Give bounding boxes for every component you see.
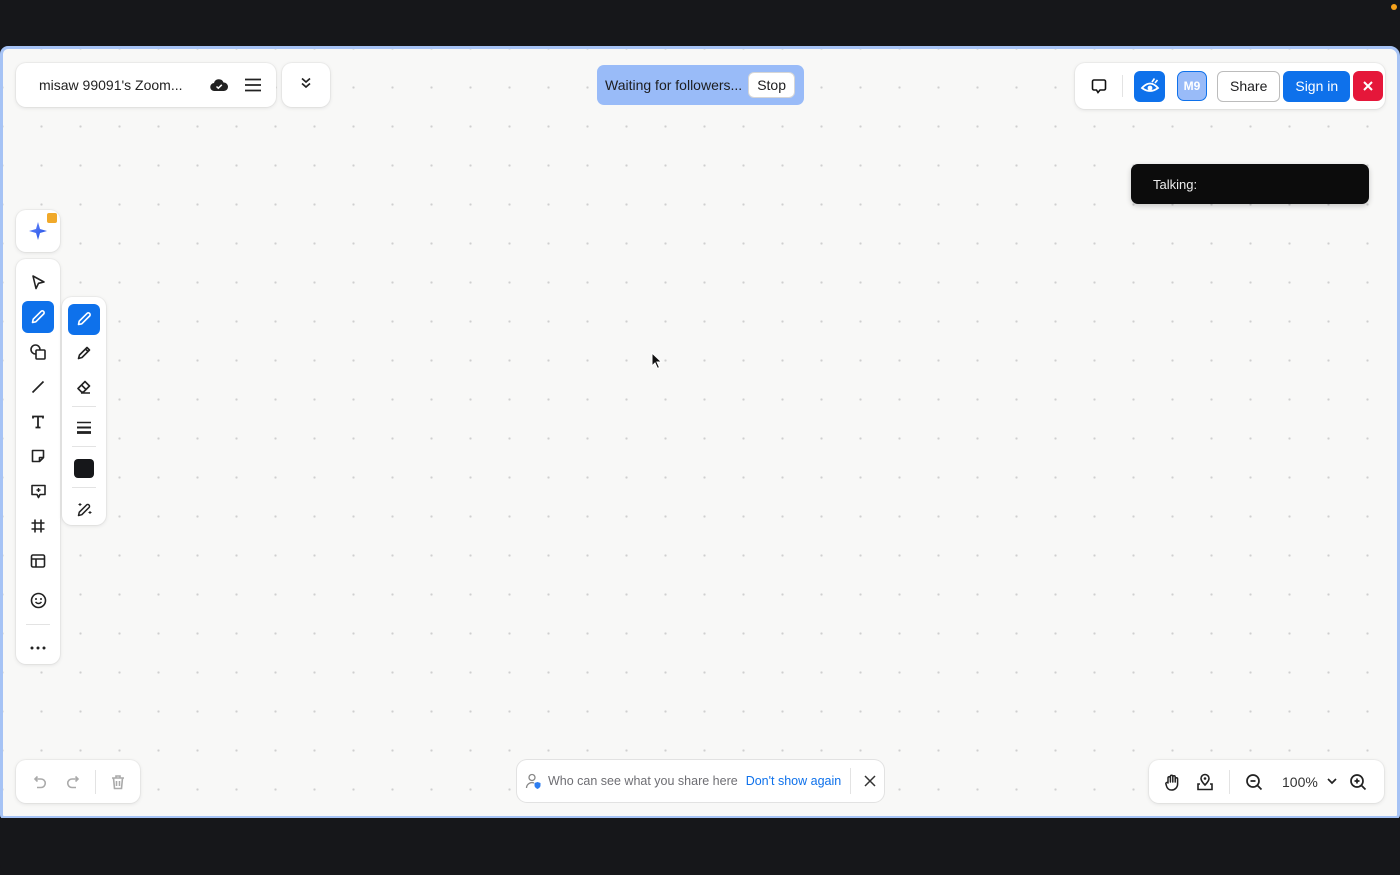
hamburger-menu-icon[interactable]	[241, 73, 265, 97]
double-chevron-down-icon	[300, 76, 312, 94]
whiteboard-canvas[interactable]: misaw 99091's Zoom... Waiting for follow…	[0, 46, 1400, 819]
pen-option-color[interactable]	[68, 453, 100, 484]
divider	[1229, 769, 1230, 794]
more-icon	[30, 646, 46, 650]
frame-icon	[31, 519, 45, 533]
chat-bubble-icon[interactable]	[1087, 74, 1111, 98]
stop-button[interactable]: Stop	[748, 72, 796, 98]
top-right-toolbar: M9 Share Sign in	[1075, 63, 1385, 109]
divider	[26, 624, 50, 626]
line-icon	[31, 380, 45, 393]
chevron-down-icon	[1327, 778, 1337, 785]
close-icon	[864, 775, 876, 787]
pointer-icon	[32, 275, 45, 290]
color-swatch	[74, 459, 94, 479]
pan-button[interactable]	[1158, 768, 1186, 796]
dismiss-notice-button[interactable]	[861, 772, 879, 790]
collapse-button[interactable]	[282, 63, 330, 107]
lock-icon	[47, 213, 57, 223]
divider	[1122, 75, 1123, 97]
share-button[interactable]: Share	[1217, 70, 1281, 102]
tool-shapes[interactable]	[22, 336, 54, 368]
tool-template[interactable]	[22, 545, 54, 577]
template-icon	[30, 554, 46, 569]
tool-select[interactable]	[22, 266, 54, 298]
pen-option-magic-pen[interactable]	[68, 494, 100, 525]
zoom-out-icon	[1246, 773, 1263, 790]
board-title[interactable]: misaw 99091's Zoom...	[39, 77, 197, 93]
sticky-note-icon	[31, 450, 45, 463]
board-title-panel: misaw 99091's Zoom...	[16, 63, 276, 107]
tool-pen[interactable]	[22, 300, 54, 333]
eye-follow-icon	[1140, 78, 1159, 92]
notice-text: Who can see what you share here	[548, 774, 738, 788]
zoom-in-icon	[1350, 773, 1367, 790]
emoji-icon	[30, 592, 46, 608]
divider	[72, 405, 96, 407]
divider	[72, 446, 96, 448]
cloud-check-icon[interactable]	[207, 73, 231, 97]
pen-option-eraser[interactable]	[68, 372, 100, 403]
dont-show-again-link[interactable]: Don't show again	[746, 774, 842, 788]
tool-line[interactable]	[22, 371, 54, 403]
tool-comment[interactable]	[22, 475, 54, 507]
tool-sticky-note[interactable]	[22, 441, 54, 473]
divider	[850, 768, 852, 794]
redo-icon	[66, 775, 80, 788]
pen-options-panel	[62, 297, 106, 525]
window-top-bar	[0, 0, 1400, 46]
locate-button[interactable]	[1191, 768, 1219, 796]
close-icon	[1363, 81, 1373, 91]
undo-icon	[33, 775, 47, 788]
delete-button[interactable]	[105, 769, 131, 795]
window-bottom-bar	[0, 818, 1400, 875]
pen-option-pen[interactable]	[68, 304, 100, 335]
share-visibility-notice: Who can see what you share here Don't sh…	[517, 760, 884, 802]
sign-in-button[interactable]: Sign in	[1283, 70, 1351, 102]
tool-reactions[interactable]	[22, 584, 54, 616]
close-whiteboard-button[interactable]	[1353, 71, 1384, 101]
pen-icon	[31, 309, 45, 324]
redo-button[interactable]	[60, 769, 86, 795]
zoom-in-button[interactable]	[1344, 768, 1372, 796]
status-indicator-dot	[1391, 4, 1397, 10]
divider	[95, 769, 96, 794]
text-icon	[32, 415, 44, 428]
pencil-icon	[77, 346, 91, 360]
zoom-dropdown-button[interactable]	[1322, 768, 1342, 796]
shapes-icon	[30, 343, 46, 360]
tool-more[interactable]	[22, 632, 54, 664]
magic-pen-icon	[77, 503, 91, 517]
ai-sparkle-icon	[29, 222, 47, 240]
user-shield-icon	[525, 773, 541, 789]
pen-option-highlighter[interactable]	[68, 338, 100, 369]
zoom-out-button[interactable]	[1240, 768, 1268, 796]
eraser-icon	[77, 380, 91, 394]
stroke-width-icon	[77, 421, 91, 434]
talking-label: Talking:	[1153, 176, 1198, 192]
follow-status-text: Waiting for followers...	[605, 77, 743, 93]
zoom-level[interactable]: 100%	[1282, 774, 1322, 790]
ai-assistant-button[interactable]	[16, 210, 60, 252]
pen-option-stroke-width[interactable]	[68, 413, 100, 444]
tool-text[interactable]	[22, 406, 54, 438]
waiting-for-followers-banner: Waiting for followers... Stop	[597, 65, 804, 105]
history-toolbar	[16, 760, 140, 803]
comment-icon	[30, 484, 46, 499]
talking-indicator: Talking:	[1131, 164, 1369, 204]
undo-button[interactable]	[27, 769, 53, 795]
main-toolbar	[16, 259, 60, 664]
avatar[interactable]: M9	[1177, 71, 1207, 101]
locate-icon	[1197, 773, 1213, 790]
follow-presenter-button[interactable]	[1134, 70, 1165, 102]
hand-icon	[1164, 774, 1178, 791]
tool-frame[interactable]	[22, 510, 54, 542]
pen-icon	[77, 312, 91, 326]
zoom-toolbar: 100%	[1149, 760, 1384, 803]
trash-icon	[112, 774, 124, 789]
mouse-cursor-icon	[651, 352, 663, 370]
divider	[72, 487, 96, 489]
